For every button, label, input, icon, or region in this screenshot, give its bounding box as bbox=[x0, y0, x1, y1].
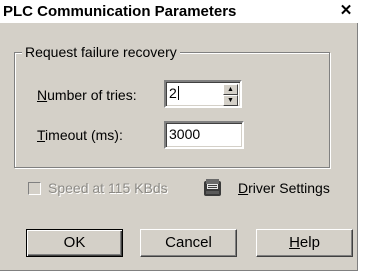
timeout-label: Timeout (ms): bbox=[37, 127, 123, 143]
number-of-tries-value[interactable]: 2 bbox=[169, 85, 177, 101]
spin-up-icon: ▲ bbox=[227, 86, 234, 93]
group-legend: Request failure recovery bbox=[22, 44, 180, 60]
driver-settings-label: river Settings bbox=[248, 180, 330, 196]
speed-115k-label: Speed at 115 KBds bbox=[48, 180, 168, 196]
driver-settings-icon[interactable] bbox=[203, 178, 222, 198]
close-button[interactable]: ✕ bbox=[338, 2, 354, 20]
timeout-input[interactable]: 3000 bbox=[164, 121, 244, 149]
close-icon: ✕ bbox=[339, 2, 353, 19]
title-bar: PLC Communication Parameters ✕ bbox=[0, 0, 358, 23]
text-caret bbox=[177, 86, 179, 100]
number-of-tries-label: Number of tries: bbox=[37, 87, 137, 103]
number-of-tries-label-text: umber of tries: bbox=[47, 87, 137, 103]
timeout-label-text: imeout (ms): bbox=[45, 127, 123, 143]
cancel-button-label: Cancel bbox=[165, 234, 212, 251]
plc-communication-dialog: PLC Communication Parameters ✕ Request f… bbox=[0, 0, 358, 271]
driver-settings-link[interactable]: Driver Settings bbox=[238, 180, 330, 196]
spin-down-icon: ▼ bbox=[227, 97, 234, 104]
window-title: PLC Communication Parameters bbox=[3, 3, 237, 20]
ok-button[interactable]: OK bbox=[26, 229, 123, 257]
timeout-value[interactable]: 3000 bbox=[169, 126, 200, 142]
driver-settings-mnemonic: D bbox=[238, 180, 249, 196]
spin-up-button[interactable]: ▲ bbox=[223, 84, 238, 95]
speed-115k-checkbox[interactable] bbox=[28, 182, 41, 195]
timeout-mnemonic: T bbox=[37, 127, 46, 143]
ok-button-label: OK bbox=[63, 234, 86, 251]
cancel-button[interactable]: Cancel bbox=[140, 229, 237, 257]
number-of-tries-mnemonic: N bbox=[37, 87, 48, 103]
number-of-tries-spinner[interactable]: 2 ▲ ▼ bbox=[164, 80, 242, 108]
spinner-buttons: ▲ ▼ bbox=[223, 84, 238, 106]
help-mnemonic: H bbox=[289, 234, 300, 251]
help-button-label: elp bbox=[299, 234, 320, 251]
spin-down-button[interactable]: ▼ bbox=[223, 95, 238, 106]
help-button[interactable]: Help bbox=[256, 229, 353, 257]
